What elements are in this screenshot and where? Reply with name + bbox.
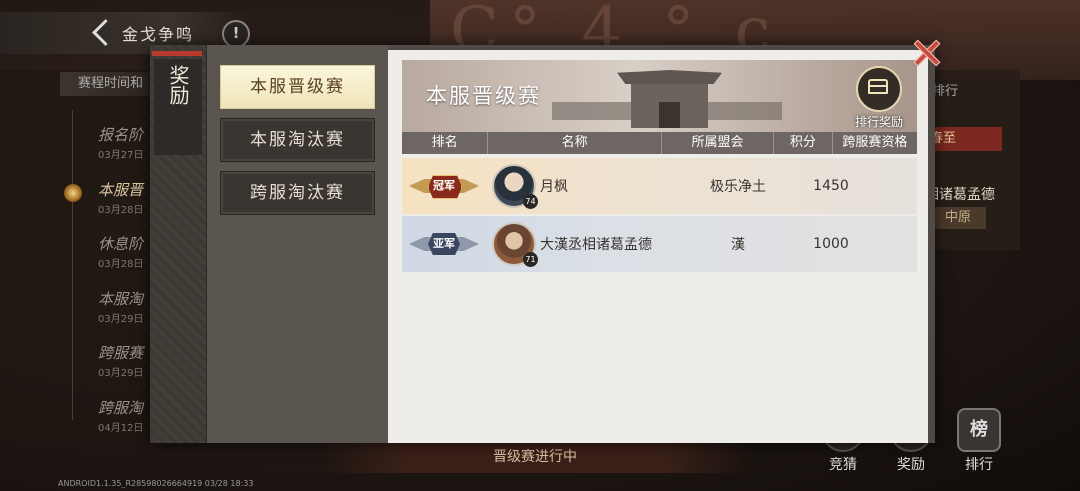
player-name: 月枫 xyxy=(540,179,568,195)
stage-date: 03月28日 xyxy=(98,205,144,216)
stage-name: 报名阶 xyxy=(98,126,144,144)
stage-date: 03月29日 xyxy=(98,314,144,325)
score: 1450 xyxy=(813,178,849,194)
nav-server-knockout[interactable]: 本服淘汰赛 xyxy=(220,118,375,162)
ranking-reward-label: 排行奖励 xyxy=(854,115,903,129)
ranking-side-label: 排行 xyxy=(932,84,959,99)
leaderboard-button[interactable]: 榜 排行 xyxy=(954,408,1004,474)
table-row[interactable]: 冠军 74 月枫 极乐净土 1450 xyxy=(402,158,917,214)
status-bar: 晋级赛进行中 xyxy=(320,441,750,473)
back-arrow-icon[interactable] xyxy=(86,16,120,50)
stage-date: 04月12日 xyxy=(98,423,144,434)
stage-date: 03月29日 xyxy=(98,368,144,379)
table-row[interactable]: 亚军 71 大漢丞相诸葛孟德 漢 1000 xyxy=(402,216,917,272)
schedule-stage[interactable]: 休息阶 03月28日 xyxy=(98,233,143,270)
column-qualification: 跨服赛资格 xyxy=(842,135,908,150)
avatar[interactable]: 71 xyxy=(492,222,538,267)
schedule-stage-active[interactable]: 本服晋 03月28日 xyxy=(98,179,143,216)
timeline-line xyxy=(72,110,73,420)
rank-label: 冠军 xyxy=(433,179,455,192)
schedule-stage[interactable]: 跨服淘 04月12日 xyxy=(98,397,143,434)
ranking-reward-button[interactable]: 排行奖励 xyxy=(849,66,909,130)
current-stage-dot xyxy=(64,184,82,202)
modal-side-strip: 奖励 xyxy=(150,45,207,443)
stage-name: 跨服赛 xyxy=(98,344,144,362)
tab-rewards-label: 奖励 xyxy=(166,65,190,105)
alliance-name: 极乐净土 xyxy=(710,179,766,195)
gate-illustration xyxy=(617,70,722,128)
nav-cross-server-knockout[interactable]: 跨服淘汰赛 xyxy=(220,171,375,215)
column-rank: 排名 xyxy=(402,132,489,154)
treasure-chest-icon xyxy=(856,66,902,112)
banner: 本服晋级赛 排行奖励 xyxy=(402,60,917,132)
table-header: 排名 名称 所属盟会 积分 跨服赛资格 xyxy=(402,132,917,154)
tab-accent xyxy=(152,51,202,56)
level-badge: 71 xyxy=(523,252,538,267)
info-icon[interactable]: ! xyxy=(222,20,250,48)
stage-name: 跨服淘 xyxy=(98,399,144,417)
score: 1000 xyxy=(813,236,849,252)
column-name: 名称 xyxy=(488,132,662,154)
version-text: ANDROID1.1.35_R28598026664919 03/28 18:3… xyxy=(58,479,254,488)
runner-up-badge: 亚军 xyxy=(408,231,480,257)
level-badge: 74 xyxy=(523,194,538,209)
ranking-side-player: 相诸葛孟德 xyxy=(925,187,995,203)
player-name: 大漢丞相诸葛孟德 xyxy=(540,237,652,253)
page-title: 金戈争鸣 xyxy=(122,25,195,44)
stage-name: 本服淘 xyxy=(98,290,144,308)
ranking-side-badge2: 中原 xyxy=(930,207,986,229)
column-score: 积分 xyxy=(774,132,833,154)
avatar[interactable]: 74 xyxy=(492,164,538,209)
rank-label: 亚军 xyxy=(433,237,455,250)
reward-label: 奖励 xyxy=(897,457,925,473)
stage-date: 03月28日 xyxy=(98,259,144,270)
ranking-content: 本服晋级赛 排行奖励 排名 名称 所属盟会 积分 跨服赛资格 冠军 74 月枫 … xyxy=(388,50,928,443)
stage-date: 03月27日 xyxy=(98,150,144,161)
leaderboard-icon: 榜 xyxy=(957,408,1001,452)
schedule-stage[interactable]: 跨服赛 03月29日 xyxy=(98,342,143,379)
alliance-name: 漢 xyxy=(731,237,745,253)
column-alliance: 所属盟会 xyxy=(662,132,775,154)
schedule-header: 赛程时间和 xyxy=(60,72,160,96)
schedule-stage[interactable]: 报名阶 03月27日 xyxy=(98,124,143,161)
guess-label: 竞猜 xyxy=(829,457,857,473)
champion-badge: 冠军 xyxy=(408,173,480,199)
stage-name: 本服晋 xyxy=(98,181,144,199)
category-nav: 本服晋级赛 本服淘汰赛 跨服淘汰赛 xyxy=(207,45,388,443)
banner-title: 本服晋级赛 xyxy=(426,84,541,108)
nav-server-promotion[interactable]: 本服晋级赛 xyxy=(220,65,375,109)
tab-rewards[interactable]: 奖励 xyxy=(154,59,202,155)
leaderboard-label: 排行 xyxy=(965,457,993,473)
schedule-stage[interactable]: 本服淘 03月29日 xyxy=(98,288,143,325)
stage-name: 休息阶 xyxy=(98,235,144,253)
reward-modal: 奖励 本服晋级赛 本服淘汰赛 跨服淘汰赛 本服晋级赛 排行奖励 排名 名称 所属… xyxy=(150,45,935,443)
close-icon[interactable] xyxy=(912,38,942,68)
